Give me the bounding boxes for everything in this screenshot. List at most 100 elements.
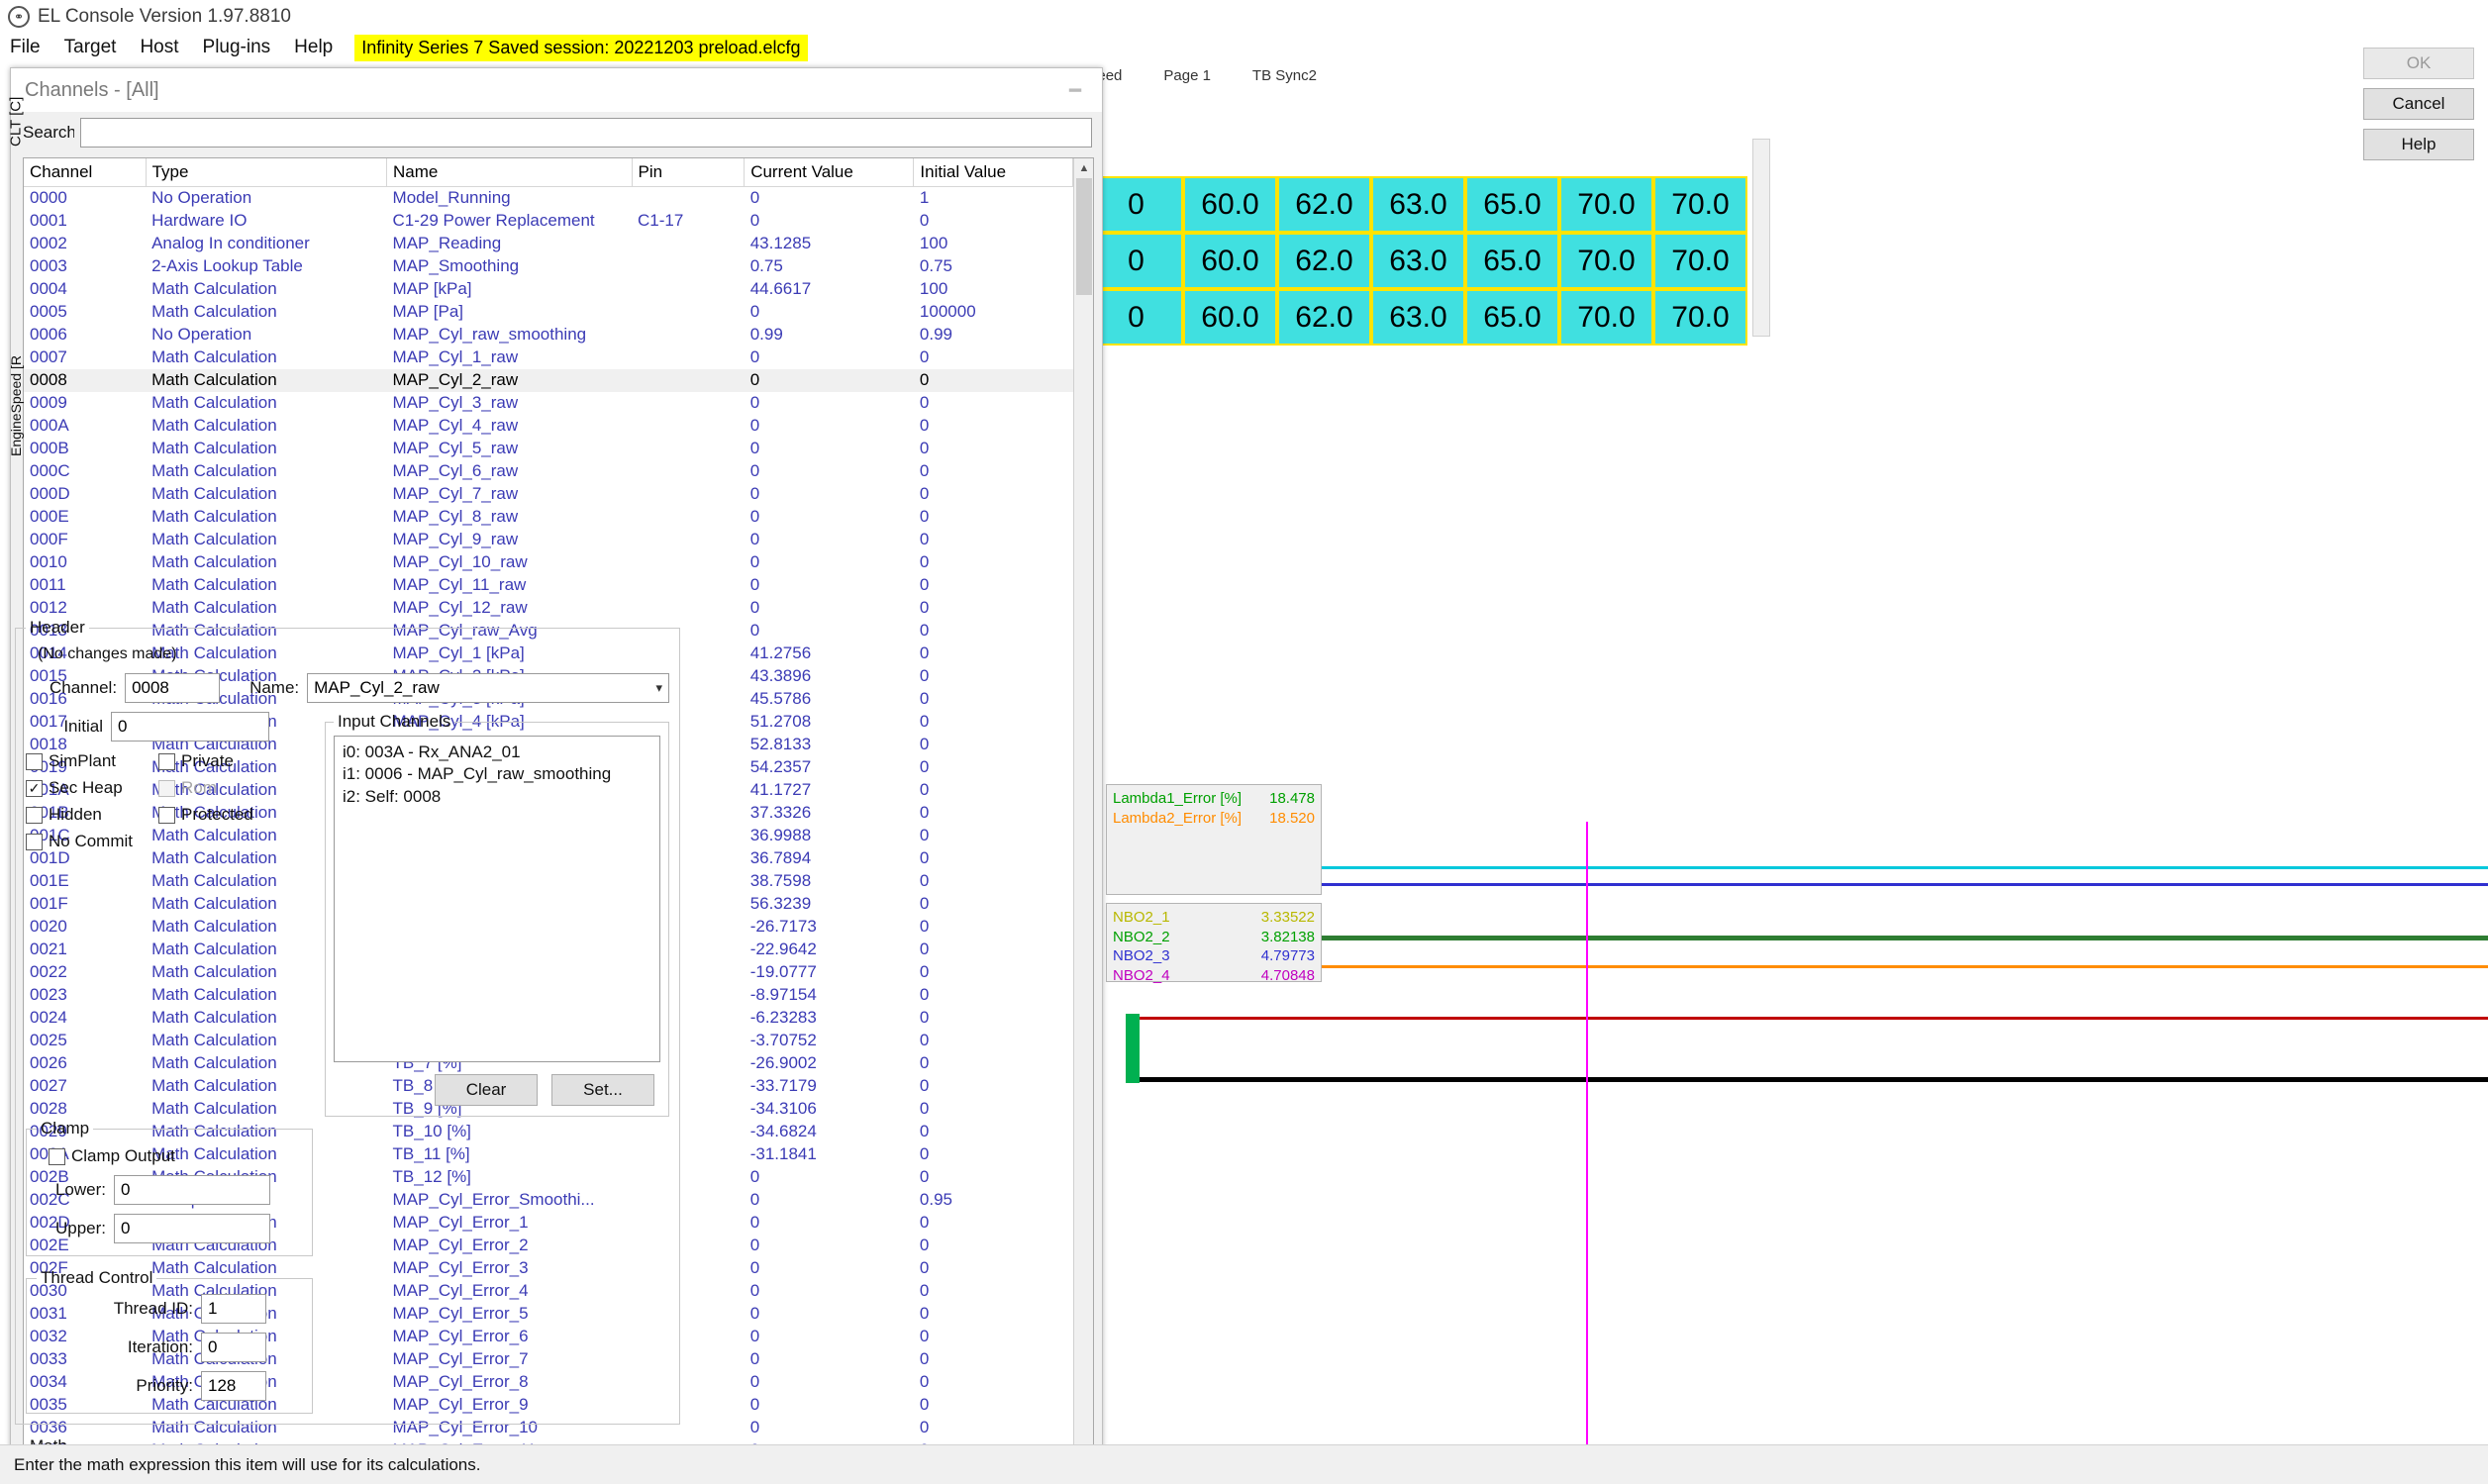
background-grid-cell[interactable]: 70.0: [1559, 289, 1653, 346]
background-grid-cell[interactable]: 62.0: [1277, 233, 1371, 289]
checkbox-simplant[interactable]: [26, 752, 43, 770]
initial-field[interactable]: 0: [111, 712, 269, 742]
background-grid-cell[interactable]: 0: [1089, 289, 1183, 346]
checkbox-item-no-commit[interactable]: No Commit: [26, 832, 145, 851]
column-header-pin[interactable]: Pin: [632, 158, 746, 187]
channel-field[interactable]: 0008: [125, 673, 221, 703]
cell-initial-value: 0.75: [919, 256, 953, 275]
table-row[interactable]: 0007 Math Calculation MAP_Cyl_1_raw 0 0: [24, 346, 1073, 369]
checkbox-no-commit[interactable]: [26, 833, 43, 850]
background-grid-cell[interactable]: 70.0: [1559, 233, 1653, 289]
background-grid-cell[interactable]: 70.0: [1653, 289, 1747, 346]
checkbox-item-private[interactable]: Private: [158, 751, 277, 771]
cell-initial-value: 0: [919, 826, 930, 844]
legend-entry[interactable]: NBO2_1 3.33522: [1113, 908, 1315, 928]
background-scrollbar[interactable]: [1752, 139, 1770, 337]
table-row[interactable]: 000B Math Calculation MAP_Cyl_5_raw 0 0: [24, 438, 1073, 460]
legend-entry[interactable]: NBO2_4 4.70848: [1113, 966, 1315, 986]
input-channel-entry[interactable]: i1: 0006 - MAP_Cyl_raw_smoothing: [343, 763, 651, 785]
column-header-type[interactable]: Type: [146, 158, 388, 187]
column-header-name[interactable]: Name: [386, 158, 633, 187]
table-row[interactable]: 0005 Math Calculation MAP [Pa] 0 100000: [24, 301, 1073, 324]
background-grid-cell[interactable]: 70.0: [1559, 176, 1653, 233]
clear-button[interactable]: Clear: [435, 1074, 538, 1106]
table-row[interactable]: 000A Math Calculation MAP_Cyl_4_raw 0 0: [24, 415, 1073, 438]
menu-plugins[interactable]: Plug-ins: [191, 35, 283, 60]
legend-entry[interactable]: Lambda1_Error [%] 18.478: [1113, 789, 1315, 809]
clamp-output-checkbox-item[interactable]: Clamp Output: [49, 1146, 302, 1166]
input-channel-entry[interactable]: i0: 003A - Rx_ANA2_01: [343, 742, 651, 763]
background-grid-cell[interactable]: 0: [1089, 176, 1183, 233]
scroll-up-icon[interactable]: ▲: [1074, 158, 1093, 178]
close-icon[interactable]: ━: [1058, 76, 1092, 104]
table-row[interactable]: 0003 2-Axis Lookup Table MAP_Smoothing 0.75…: [24, 255, 1073, 278]
menu-target[interactable]: Target: [52, 35, 129, 60]
checkbox-hidden[interactable]: [26, 806, 43, 824]
priority-field[interactable]: 128: [201, 1371, 266, 1401]
checkbox-private[interactable]: [158, 752, 175, 770]
lower-field[interactable]: 0: [114, 1175, 270, 1205]
table-row[interactable]: 0004 Math Calculation MAP [kPa] 44.6617 100: [24, 278, 1073, 301]
background-grid-cell[interactable]: 65.0: [1465, 176, 1559, 233]
clamp-output-checkbox[interactable]: [49, 1147, 65, 1165]
table-row[interactable]: 000F Math Calculation MAP_Cyl_9_raw 0 0: [24, 529, 1073, 551]
channels-scrollbar[interactable]: ▲ ▼: [1073, 158, 1093, 1475]
checkbox-sec-heap[interactable]: ✓: [26, 779, 43, 797]
background-grid-cell[interactable]: 65.0: [1465, 233, 1559, 289]
background-grid-cell[interactable]: 63.0: [1371, 289, 1465, 346]
cell-initial-value: 0: [919, 1236, 930, 1254]
background-grid-cell[interactable]: 62.0: [1277, 289, 1371, 346]
thread-id-field[interactable]: 1: [201, 1294, 266, 1324]
column-header-initial-value[interactable]: Initial Value: [913, 158, 1073, 187]
table-row[interactable]: 0001 Hardware IO C1-29 Power Replacement C1…: [24, 210, 1073, 233]
help-button[interactable]: Help: [2363, 129, 2474, 160]
background-grid-cell[interactable]: 63.0: [1371, 176, 1465, 233]
search-input[interactable]: [80, 118, 1092, 148]
background-grid-cell[interactable]: 70.0: [1653, 176, 1747, 233]
tab-page-1[interactable]: Page 1: [1163, 67, 1211, 84]
table-row[interactable]: 0002 Analog In conditioner MAP_Reading 43.1…: [24, 233, 1073, 255]
green-level-bar: [1126, 1014, 1140, 1083]
menu-host[interactable]: Host: [128, 35, 190, 60]
input-channels-list[interactable]: i0: 003A - Rx_ANA2_01 i1: 0006 - MAP_Cyl_…: [334, 736, 660, 1062]
background-grid-cell[interactable]: 63.0: [1371, 233, 1465, 289]
name-combobox[interactable]: MAP_Cyl_2_raw ▾: [307, 673, 669, 703]
background-grid-cell[interactable]: 60.0: [1183, 233, 1277, 289]
background-grid-cell[interactable]: 62.0: [1277, 176, 1371, 233]
background-grid-cell[interactable]: 60.0: [1183, 289, 1277, 346]
set-button[interactable]: Set...: [551, 1074, 654, 1106]
scrollbar-thumb[interactable]: [1076, 178, 1092, 295]
cursor-line[interactable]: [1586, 822, 1588, 1484]
cancel-button[interactable]: Cancel: [2363, 88, 2474, 120]
table-row[interactable]: 000E Math Calculation MAP_Cyl_8_raw 0 0: [24, 506, 1073, 529]
legend-entry[interactable]: Lambda2_Error [%] 18.520: [1113, 809, 1315, 829]
table-row[interactable]: 000C Math Calculation MAP_Cyl_6_raw 0 0: [24, 460, 1073, 483]
ok-button[interactable]: OK: [2363, 48, 2474, 79]
upper-field[interactable]: 0: [114, 1214, 270, 1243]
background-grid-cell[interactable]: 60.0: [1183, 176, 1277, 233]
table-row[interactable]: 0000 No Operation Model_Running 0 1: [24, 187, 1073, 210]
checkbox-item-sec-heap[interactable]: ✓ Sec Heap: [26, 778, 145, 798]
table-row[interactable]: 0008 Math Calculation MAP_Cyl_2_raw 0 0: [24, 368, 1073, 392]
tab-tb-sync2[interactable]: TB Sync2: [1252, 67, 1317, 84]
column-header-channel[interactable]: Channel: [24, 158, 147, 187]
iteration-field[interactable]: 0: [201, 1333, 266, 1362]
table-row[interactable]: 0011 Math Calculation MAP_Cyl_11_raw 0 0: [24, 574, 1073, 597]
table-row[interactable]: 000D Math Calculation MAP_Cyl_7_raw 0 0: [24, 483, 1073, 506]
table-row[interactable]: 0006 No Operation MAP_Cyl_raw_smoothing 0.9…: [24, 324, 1073, 346]
legend-entry[interactable]: NBO2_2 3.82138: [1113, 928, 1315, 947]
cell-name: MAP_Reading: [392, 234, 502, 252]
table-row[interactable]: 0009 Math Calculation MAP_Cyl_3_raw 0 0: [24, 392, 1073, 415]
legend-entry[interactable]: NBO2_3 4.79773: [1113, 946, 1315, 966]
background-grid-cell[interactable]: 70.0: [1653, 233, 1747, 289]
input-channel-entry[interactable]: i2: Self: 0008: [343, 786, 651, 808]
checkbox-item-protected[interactable]: Protected: [158, 805, 277, 825]
background-grid-cell[interactable]: 0: [1089, 233, 1183, 289]
column-header-current-value[interactable]: Current Value: [744, 158, 915, 187]
checkbox-protected[interactable]: [158, 806, 175, 824]
menu-help[interactable]: Help: [282, 35, 345, 60]
checkbox-item-hidden[interactable]: Hidden: [26, 805, 145, 825]
background-grid-cell[interactable]: 65.0: [1465, 289, 1559, 346]
table-row[interactable]: 0010 Math Calculation MAP_Cyl_10_raw 0 0: [24, 551, 1073, 574]
checkbox-item-simplant[interactable]: SimPlant: [26, 751, 145, 771]
